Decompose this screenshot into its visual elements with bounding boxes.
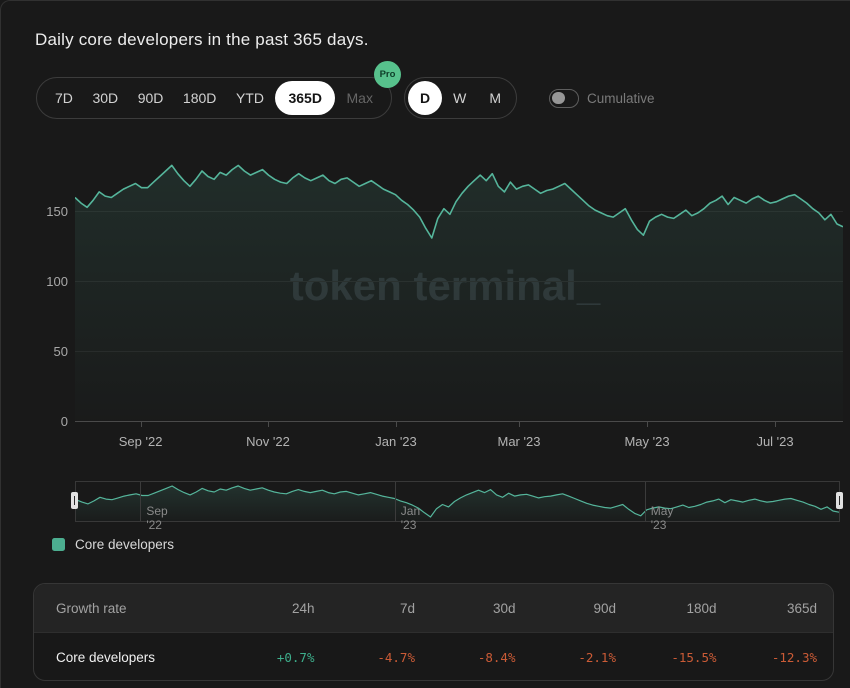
chart-navigator[interactable] [75,481,840,522]
growth-value-90d: -2.1% [516,650,617,665]
x-axis-tick [519,421,520,427]
growth-value-7d: -4.7% [315,650,416,665]
table-row: Core developers+0.7%-4.7%-8.4%-2.1%-15.5… [34,632,833,681]
cumulative-label: Cumulative [587,91,655,106]
navigator-gridline [395,482,396,521]
range-button-7d[interactable]: 7D [47,77,81,119]
cumulative-toggle[interactable] [549,89,579,108]
table-header-row: Growth rate24h7d30d90d180d365d [34,584,833,632]
x-axis-label: Jul '23 [743,434,807,449]
growth-rate-table: Growth rate24h7d30d90d180d365d Core deve… [33,583,834,681]
pro-badge: Pro [374,61,401,88]
y-axis-label-50: 50 [28,344,68,359]
x-axis-label: Mar '23 [487,434,551,449]
legend-label: Core developers [75,537,174,552]
x-axis-tick [141,421,142,427]
range-button-ytd[interactable]: YTD [228,77,272,119]
navigator-label: May '23 [651,504,674,532]
growth-value-180d: -15.5% [616,650,717,665]
navigator-area [76,486,839,521]
granularity-selector: DWM [404,77,517,119]
growth-value-365d: -12.3% [717,650,818,665]
handle-grip-icon [839,496,841,505]
growth-value-24h: +0.7% [214,650,315,665]
x-axis-tick [647,421,648,427]
x-axis-tick [396,421,397,427]
table-header-90d: 90d [516,601,617,616]
navigator-label: Sep '22 [146,504,167,532]
y-axis-label-150: 150 [28,204,68,219]
x-axis-label: Sep '22 [109,434,173,449]
navigator-gridline [140,482,141,521]
toggle-knob-icon [552,92,565,105]
page-title: Daily core developers in the past 365 da… [35,30,369,50]
granularity-button-d[interactable]: D [408,81,442,115]
range-button-365d[interactable]: 365D [275,81,334,115]
x-axis-label: Jan '23 [364,434,428,449]
legend-swatch-icon [52,538,65,551]
table-row-label: Core developers [56,650,214,665]
x-axis-label: May '23 [615,434,679,449]
granularity-button-m[interactable]: M [478,77,514,119]
x-axis-tick [268,421,269,427]
y-axis-label-100: 100 [28,274,68,289]
table-header-24h: 24h [214,601,315,616]
table-header-30d: 30d [415,601,516,616]
handle-grip-icon [74,496,76,505]
x-axis-line [75,421,843,422]
growth-value-30d: -8.4% [415,650,516,665]
table-header-365d: 365d [717,601,818,616]
chart-legend: Core developers [52,537,174,552]
table-header-growth-rate: Growth rate [56,601,214,616]
table-header-7d: 7d [315,601,416,616]
range-button-90d[interactable]: 90D [130,77,172,119]
navigator-label: Jan '23 [401,504,420,532]
main-line-chart[interactable] [75,150,843,421]
navigator-mini-chart [76,482,839,521]
x-axis-label: Nov '22 [236,434,300,449]
time-range-selector: 7D30D90D180DYTD365DMax [36,77,392,119]
range-button-180d[interactable]: 180D [175,77,224,119]
x-axis-tick [775,421,776,427]
range-button-30d[interactable]: 30D [84,77,126,119]
navigator-gridline [645,482,646,521]
range-button-max[interactable]: Max [339,77,381,119]
granularity-button-w[interactable]: W [442,77,478,119]
navigator-right-handle-icon[interactable] [836,492,843,509]
y-axis-label-0: 0 [28,414,68,429]
navigator-left-handle-icon[interactable] [71,492,78,509]
table-header-180d: 180d [616,601,717,616]
